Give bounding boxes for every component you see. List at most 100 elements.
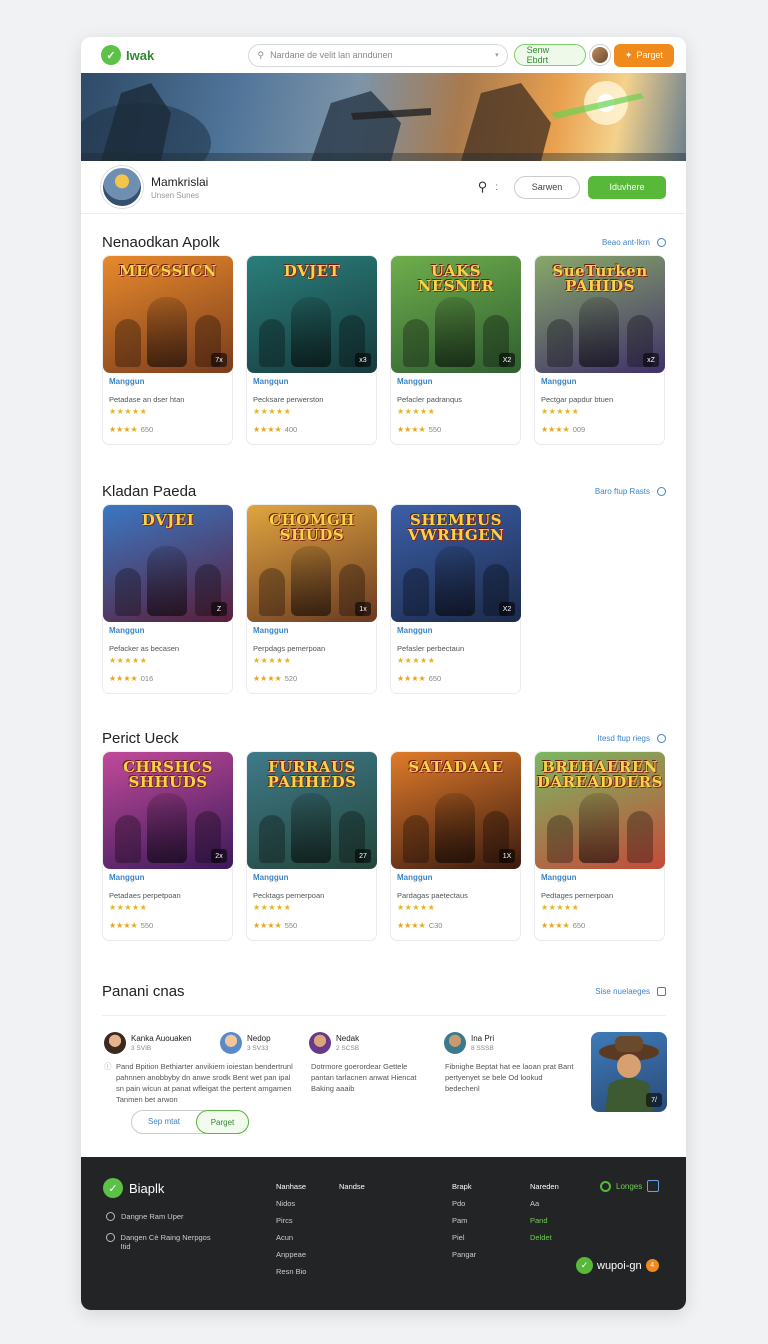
footer-link[interactable]: Pdo [452,1199,476,1208]
footer-link[interactable]: Pangar [452,1250,476,1259]
game-description: Pedtages pernerpoan [541,891,614,900]
game-thumbnail[interactable]: UAKS NESNER X2 [391,256,521,373]
rating-stars: ★★★★ [253,921,282,930]
game-thumbnail[interactable]: FURRAUS PAHHEDS 27 [247,752,377,869]
footer-link[interactable]: Pircs [276,1216,306,1225]
game-card[interactable]: BREHAEREN DAREADDERS Manggun Pedtages pe… [534,751,665,941]
game-developer[interactable]: Manggun [397,626,515,635]
section-link-label: Itesd ftup riegs [597,733,650,743]
footer-link[interactable]: Resn Bio [276,1267,306,1276]
user-avatar[interactable] [589,45,610,65]
footer-link[interactable]: Nidos [276,1199,306,1208]
game-thumbnail[interactable]: SueTurken PAHIDS xZ [535,256,665,373]
outline-button[interactable]: Senw Ebdrt [513,44,586,66]
page-frame: ✓ Iwak ⚲ Nardane de velit lan anndunen ▾… [81,37,686,1310]
game-developer[interactable]: Manggun [253,626,371,635]
footer-badge[interactable]: Longes [600,1180,660,1192]
game-thumbnail[interactable]: DVJET x3 [247,256,377,373]
card-row: MECSSICN 7x Manggun Petadase an dser hta… [102,255,666,445]
section-see-all-link[interactable]: Itesd ftup riegs [597,733,666,743]
footer-brand[interactable]: ✓ wupoi-gn 4 [576,1257,659,1274]
footer-link[interactable]: Piel [452,1233,476,1242]
character-figure [547,815,573,863]
section-header: Nenaodkan Apolk Beao ant-Ikrn [102,232,666,252]
character-figure [147,793,187,863]
ghost-button[interactable]: Sarwen [514,175,580,199]
section-header: Kladan Paeda Baro ftup Rasts [102,481,666,501]
reviewer-avatar [104,1032,126,1054]
game-card[interactable]: CHOMGH SHUDS 1x Manggun Perpdags pemerpo… [246,504,377,694]
footer-badge-label: Longes [616,1181,643,1191]
rating-row: ★★★★ 400 [253,425,371,434]
game-developer[interactable]: Manggun [109,377,227,386]
primary-button[interactable]: Iduvhere [588,175,666,199]
game-developer[interactable]: Manggun [253,873,371,882]
game-developer[interactable]: Mangqun [253,377,371,386]
game-thumbnail[interactable]: SATADAAE 1X [391,752,521,869]
section-see-all-link[interactable]: Beao ant-Ikrn [602,237,666,247]
game-developer[interactable]: Manggun [541,377,659,386]
top-bar: ✓ Iwak ⚲ Nardane de velit lan anndunen ▾… [81,37,686,73]
app-logo[interactable]: ✓ Iwak [101,45,248,65]
footer-column: Nandse [339,1182,365,1199]
footer-link[interactable]: Deldet [530,1233,559,1242]
character-figure [291,546,331,616]
game-thumbnail[interactable]: DVJEI Z [103,505,233,622]
game-developer[interactable]: Manggun [397,377,515,386]
footer-link[interactable]: Acun [276,1233,306,1242]
game-card[interactable]: DVJEI Z Manggun Pefacker as becasen ★★★★… [102,504,233,694]
game-card[interactable]: CHRSHCS SHHUDS 2x Manggun Petadaes perpe… [102,751,233,941]
game-card[interactable]: DVJET x3 Mangqun Pecksare perwerston ★★★… [246,255,377,445]
profile-avatar[interactable] [101,166,143,208]
footer-logo[interactable]: ✓ Biaplk [103,1178,164,1198]
reviewer[interactable]: Kanka Auouaken 3 SVIB [104,1032,192,1054]
search-icon[interactable]: ⚲ [478,179,488,195]
rating-row: ★★★★ 650 [397,674,515,683]
game-card[interactable]: MECSSICN 7x Manggun Petadase an dser hta… [102,255,233,445]
review-thumbnail[interactable]: 7/ [591,1032,667,1112]
game-description: Pectgar papdur btuen [541,395,614,404]
game-thumbnail[interactable]: MECSSICN 7x [103,256,233,373]
game-developer[interactable]: Manggun [109,873,227,882]
game-logo-text: UAKS NESNER [417,262,495,295]
calendar-icon [657,986,666,996]
media-count-badge: X2 [499,353,515,367]
reviewer[interactable]: Ina Pri 8 SSSB [444,1032,494,1054]
reviewer[interactable]: Nedop 3 SV33 [220,1032,271,1054]
game-thumbnail[interactable]: BREHAEREN DAREADDERS [535,752,665,869]
rating-row: ★★★★ 550 [109,921,227,930]
game-card[interactable]: SHEMEUS VWRHGEN X2 Manggun Pefasler perb… [390,504,521,694]
game-developer[interactable]: Manggun [397,873,515,882]
game-thumbnail[interactable]: CHRSHCS SHHUDS 2x [103,752,233,869]
game-developer[interactable]: Manggun [109,626,227,635]
primary-button[interactable]: Parget [196,1110,249,1134]
footer-link[interactable]: Pand [530,1216,559,1225]
reviewer[interactable]: Nedak 2 SCSB [309,1032,359,1054]
footer-column-head: Nareden [530,1182,559,1191]
footer-link[interactable]: Aa [530,1199,559,1208]
rating-stars: ★★★★ [397,921,426,930]
more-icon[interactable]: : [495,182,498,193]
game-card[interactable]: SATADAAE 1X Manggun Pardagas paetectaus … [390,751,521,941]
character-figure [403,568,429,616]
game-card[interactable]: FURRAUS PAHHEDS 27 Manggun Pecktags pern… [246,751,377,941]
rating-stars: ★★★★ [541,921,570,930]
footer-link[interactable]: Anppeae [276,1250,306,1259]
section-see-all-link[interactable]: Baro ftup Rasts [595,486,666,496]
footer-link[interactable]: Pam [452,1216,476,1225]
section-see-all-link[interactable]: Sise nuelaeges [595,986,666,996]
game-card[interactable]: UAKS NESNER X2 Manggun Pefacler padranqu… [390,255,521,445]
game-developer[interactable]: Manggun [541,873,659,882]
rating-row: ★★★★ 650 [541,921,659,930]
game-card[interactable]: SueTurken PAHIDS xZ Manggun Pectgar papd… [534,255,665,445]
character-figure [547,319,573,367]
app-logo-text: Iwak [126,47,155,63]
secondary-button[interactable]: Sep mtat [148,1117,180,1126]
chevron-down-icon[interactable]: ▾ [495,51,499,59]
search-input[interactable]: ⚲ Nardane de velit lan anndunen ▾ [248,43,508,67]
game-thumbnail[interactable]: SHEMEUS VWRHGEN X2 [391,505,521,622]
game-description: Pardagas paetectaus [397,891,468,900]
orange-button[interactable]: ✦ Parget [613,43,674,67]
game-thumbnail[interactable]: CHOMGH SHUDS 1x [247,505,377,622]
search-icon: ⚲ [257,49,265,60]
